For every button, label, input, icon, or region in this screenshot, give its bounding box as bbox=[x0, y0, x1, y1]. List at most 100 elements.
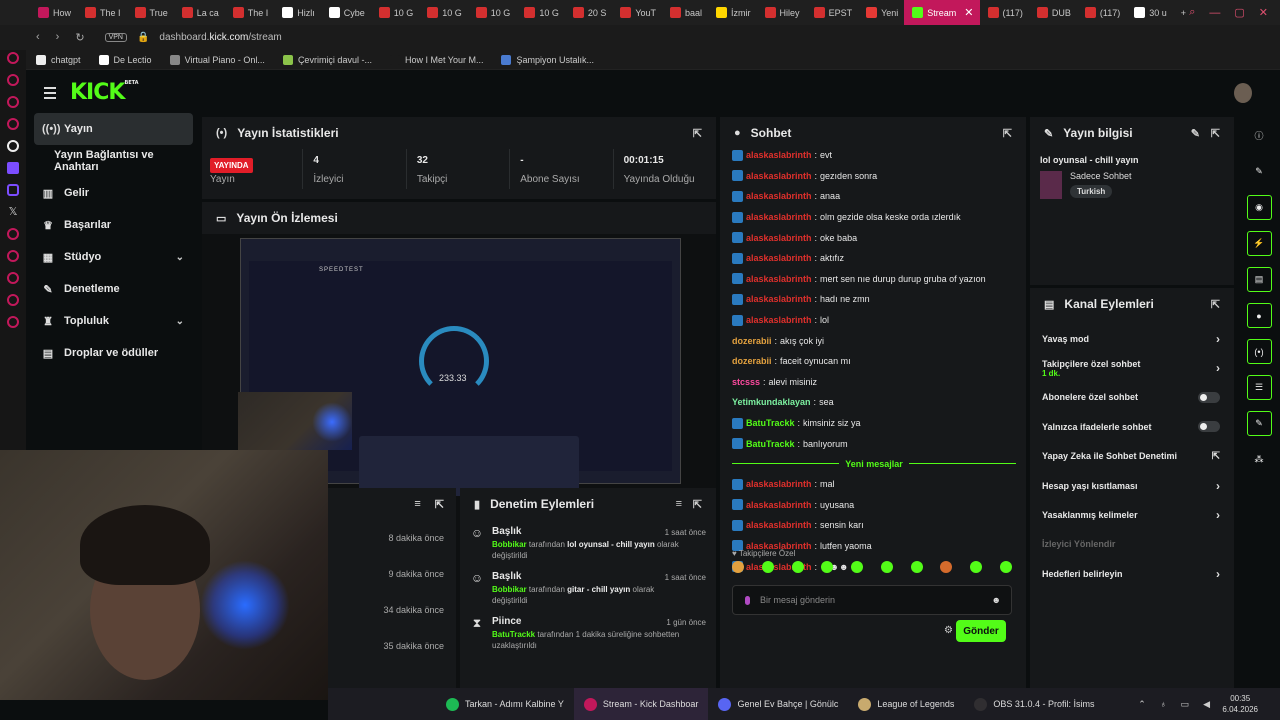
taskbar-item[interactable]: Genel Ev Bahçe | Gönülc bbox=[708, 688, 848, 720]
chevron-right-icon[interactable]: › bbox=[1216, 508, 1220, 522]
x-icon[interactable]: 𝕏 bbox=[7, 206, 19, 218]
back-icon[interactable]: ‹ bbox=[36, 31, 40, 44]
search-icon[interactable]: ⌕ bbox=[1189, 6, 1195, 19]
browser-tab[interactable]: Yeni bbox=[858, 0, 904, 25]
maximize-icon[interactable]: ▢ bbox=[1234, 6, 1244, 19]
chevron-up-icon[interactable]: ⌃ bbox=[1138, 699, 1146, 710]
minimize-icon[interactable]: — bbox=[1209, 7, 1220, 19]
chat-input[interactable]: Bir mesaj gönderin ☻ bbox=[732, 585, 1012, 615]
chat-username[interactable]: BatuTrackk bbox=[746, 418, 795, 428]
browser-tab[interactable]: The I bbox=[77, 0, 127, 25]
chevron-down-icon[interactable]: ⌄ bbox=[176, 316, 184, 327]
download-icon[interactable] bbox=[7, 272, 19, 284]
chat-username[interactable]: alaskaslabrinth bbox=[746, 479, 812, 489]
browser-tab[interactable]: How bbox=[30, 0, 77, 25]
settings-icon[interactable] bbox=[7, 316, 19, 328]
chat-username[interactable]: alaskaslabrinth bbox=[746, 253, 812, 263]
browser-tab[interactable]: True bbox=[127, 0, 174, 25]
browser-tab[interactable]: Cybe bbox=[321, 0, 371, 25]
emote-icon[interactable] bbox=[732, 561, 744, 573]
chat-username[interactable]: alaskaslabrinth bbox=[746, 212, 812, 222]
chat-username[interactable]: alaskaslabrinth bbox=[746, 315, 812, 325]
sidebar-item[interactable]: ♜ Topluluk ⌄ bbox=[26, 305, 198, 337]
mic-icon[interactable]: ♁ bbox=[1160, 699, 1167, 709]
chat-username[interactable]: alaskaslabrinth bbox=[746, 233, 812, 243]
browser-tab[interactable]: baal bbox=[662, 0, 708, 25]
toggle-switch[interactable] bbox=[1198, 391, 1220, 403]
menu-icon[interactable] bbox=[44, 86, 56, 99]
emote-icon[interactable] bbox=[910, 561, 923, 573]
channel-action-item[interactable]: Yalnızca ifadelerle sohbet bbox=[1030, 412, 1234, 441]
mod-action-user[interactable]: BatuTrackk bbox=[492, 630, 535, 639]
sidebar-item[interactable]: Yayın Bağlantısı ve Anahtarı bbox=[26, 145, 198, 177]
chat-username[interactable]: Yetimkundaklayan bbox=[732, 397, 811, 407]
channel-action-item[interactable]: Yasaklanmış kelimeler › bbox=[1030, 500, 1234, 529]
bookmark-item[interactable]: De Lectio bbox=[98, 54, 152, 65]
filter-icon[interactable]: ≡ bbox=[676, 498, 682, 510]
twitch-icon[interactable] bbox=[7, 162, 19, 174]
emote-icon[interactable] bbox=[970, 561, 983, 573]
chat-username[interactable]: alaskaslabrinth bbox=[746, 171, 812, 181]
chat-username[interactable]: BatuTrackk bbox=[746, 439, 795, 449]
chat-username[interactable]: alaskaslabrinth bbox=[746, 500, 812, 510]
popout-icon[interactable]: ⇱ bbox=[1211, 298, 1220, 311]
emote-icon[interactable] bbox=[791, 561, 804, 573]
group-icon[interactable]: ⁂ bbox=[1247, 447, 1272, 472]
browser-tab[interactable]: Hiley bbox=[757, 0, 806, 25]
info-icon[interactable]: ⓘ bbox=[1247, 123, 1272, 148]
emote-icon[interactable] bbox=[880, 561, 893, 573]
popout-icon[interactable]: ⇱ bbox=[1003, 127, 1012, 140]
chatgpt-icon[interactable] bbox=[7, 140, 19, 152]
filter-icon[interactable]: ≡ bbox=[414, 498, 420, 510]
bookmark-item[interactable]: How I Met Your M... bbox=[389, 54, 483, 65]
history-icon[interactable] bbox=[7, 228, 19, 240]
music-icon[interactable] bbox=[7, 96, 19, 108]
emote-icon[interactable] bbox=[761, 561, 774, 573]
wrench-icon[interactable]: ✎ bbox=[1246, 411, 1272, 436]
sidebar-item[interactable]: ▥ Gelir bbox=[26, 177, 198, 209]
browser-tab[interactable]: EPST bbox=[806, 0, 859, 25]
sidebar-item[interactable]: ▦ Stüdyo ⌄ bbox=[26, 241, 198, 273]
browser-tab[interactable]: Hizlı bbox=[274, 0, 321, 25]
document-icon[interactable]: ▤ bbox=[1246, 267, 1272, 292]
browser-tab[interactable]: (117) bbox=[1077, 0, 1126, 25]
clock-icon[interactable] bbox=[7, 250, 19, 262]
emote-icon[interactable] bbox=[940, 561, 953, 573]
close-icon[interactable]: ✕ bbox=[1259, 6, 1268, 19]
channel-action-item[interactable]: Yapay Zeka ile Sohbet Denetimi ⇱ bbox=[1030, 442, 1234, 471]
chat-username[interactable]: alaskaslabrinth bbox=[746, 150, 812, 160]
browser-tab[interactable]: İzmir bbox=[708, 0, 757, 25]
chat-username[interactable]: stcsss bbox=[732, 377, 760, 387]
browser-tab[interactable]: Stream ✕ bbox=[904, 0, 980, 25]
browser-tab[interactable]: (117) bbox=[980, 0, 1029, 25]
chevron-right-icon[interactable]: › bbox=[1216, 479, 1220, 493]
bookmark-item[interactable]: chatgpt bbox=[36, 54, 81, 65]
avatar[interactable] bbox=[1234, 83, 1252, 103]
channel-action-item[interactable]: Hedefleri belirleyin › bbox=[1030, 559, 1234, 588]
popout-icon[interactable]: ⇱ bbox=[1211, 127, 1220, 140]
browser-tab[interactable]: YouT bbox=[612, 0, 662, 25]
browser-tab[interactable]: La ca bbox=[174, 0, 225, 25]
sidebar-item[interactable]: ▤ Droplar ve ödüller bbox=[26, 337, 198, 369]
chat-username[interactable]: dozerabii bbox=[732, 336, 772, 346]
close-icon[interactable]: ✕ bbox=[964, 6, 973, 19]
channel-action-item[interactable]: Takipçilere özel sohbet 1 dk. › bbox=[1030, 353, 1234, 382]
reload-icon[interactable]: ↻ bbox=[75, 31, 84, 44]
chat-username[interactable]: dozerabii bbox=[732, 356, 772, 366]
forward-icon[interactable]: › bbox=[56, 31, 60, 44]
sidebar-item[interactable]: ✎ Denetleme bbox=[26, 273, 198, 305]
chat-icon[interactable]: ● bbox=[1246, 303, 1272, 328]
mod-action-user[interactable]: Bobbikar bbox=[492, 540, 527, 549]
popout-icon[interactable]: ⇱ bbox=[693, 498, 702, 511]
send-button[interactable]: Gönder bbox=[956, 620, 1006, 642]
system-clock[interactable]: 00:35 6.04.2026 bbox=[1222, 693, 1258, 715]
emote-icon[interactable] bbox=[821, 561, 834, 573]
taskbar-item[interactable]: OBS 31.0.4 - Profil: İsims bbox=[964, 688, 1104, 720]
ai-icon[interactable] bbox=[7, 74, 19, 86]
channel-action-item[interactable]: Abonelere özel sohbet bbox=[1030, 383, 1234, 412]
bookmark-item[interactable]: Virtual Piano - Onl... bbox=[169, 54, 265, 65]
kick-logo[interactable]: KICKBETA bbox=[70, 80, 139, 105]
sidebar-item[interactable]: ♛ Başarılar bbox=[26, 209, 198, 241]
chat-username[interactable]: alaskaslabrinth bbox=[746, 520, 812, 530]
camera-icon[interactable]: ◉ bbox=[1246, 195, 1272, 220]
